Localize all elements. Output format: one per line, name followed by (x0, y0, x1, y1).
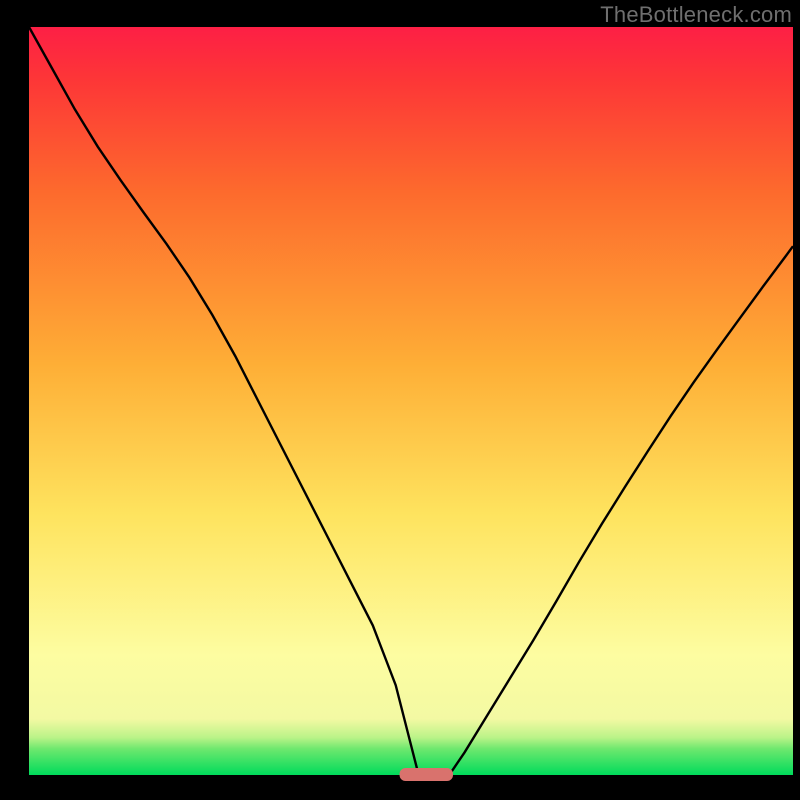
chart-container: TheBottleneck.com (0, 0, 800, 800)
chart-svg (0, 0, 800, 800)
watermark-text: TheBottleneck.com (600, 2, 792, 28)
bottom-marker (400, 768, 453, 781)
plot-area (29, 27, 793, 775)
